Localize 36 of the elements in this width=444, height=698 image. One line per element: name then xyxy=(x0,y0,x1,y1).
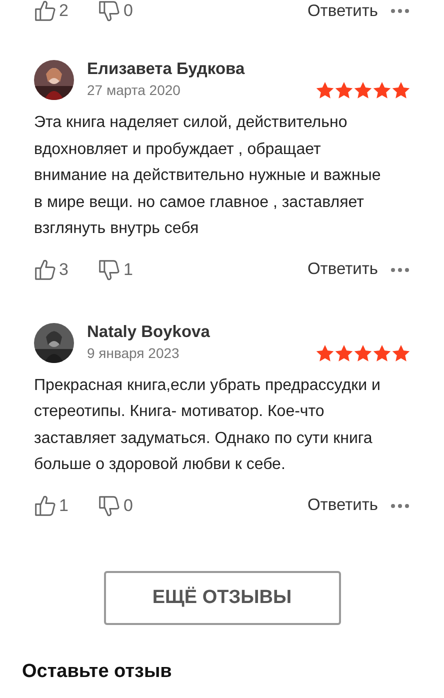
review-text: Эта книга наделяет силой, действительно вдохновляет и пробуждает , обращает внимание на действительно нужные и важные в мире вещи. но самое главное , заставляет взглянуть внутрь себя xyxy=(34,113,382,239)
dislike-count: 0 xyxy=(123,1,133,21)
star-icon xyxy=(392,344,410,362)
thumbs-up-icon[interactable] xyxy=(34,0,56,23)
dislike-count: 0 xyxy=(123,496,133,516)
thumbs-down-icon[interactable] xyxy=(98,258,120,282)
more-options-icon[interactable] xyxy=(390,8,410,14)
section-heading: Оставьте отзыв xyxy=(22,660,173,682)
reply-link[interactable]: Ответить xyxy=(307,496,378,515)
star-icon xyxy=(335,344,353,362)
star-icon xyxy=(373,82,391,99)
thumbs-down-icon[interactable] xyxy=(98,494,120,518)
star-icon xyxy=(335,82,353,99)
dislike-count: 1 xyxy=(123,260,133,280)
star-icon xyxy=(316,344,334,362)
like-count: 3 xyxy=(59,260,68,280)
like-count: 1 xyxy=(59,496,68,516)
thumbs-down-icon[interactable] xyxy=(98,0,120,23)
review-date: 27 марта 2020 xyxy=(87,82,182,98)
star-icon xyxy=(354,82,372,99)
star-icon xyxy=(354,344,372,362)
thumbs-up-icon[interactable] xyxy=(34,494,56,518)
star-icon xyxy=(316,82,334,99)
reply-link[interactable]: Ответить xyxy=(307,2,378,20)
star-icon xyxy=(373,344,391,362)
author-name: Nataly Boykova xyxy=(87,322,211,342)
review-text: Прекрасная книга,если убрать предрассудки и стереотипы. Книга- мотиватор. Кое-что заставляет задуматься. Однако по сути книга больше о здоровой любви к себе. xyxy=(34,376,382,475)
thumbs-up-icon[interactable] xyxy=(34,258,56,282)
more-options-icon[interactable] xyxy=(390,502,410,508)
author-name: Елизавета Будкова xyxy=(87,60,246,79)
reply-link[interactable]: Ответить xyxy=(307,260,378,279)
more-options-icon[interactable] xyxy=(390,266,410,272)
like-count: 2 xyxy=(59,1,68,21)
star-icon xyxy=(392,82,410,99)
more-reviews-button[interactable]: ЕЩЁ ОТЗЫВЫ xyxy=(104,570,340,624)
review-date: 9 января 2023 xyxy=(87,344,180,360)
